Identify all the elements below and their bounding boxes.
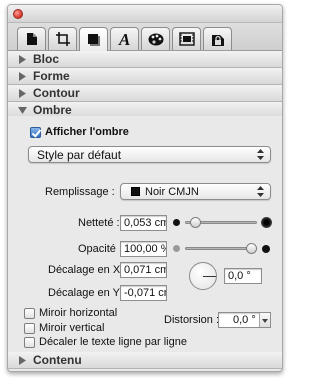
section-bloc[interactable]: Bloc [8,51,282,68]
opacity-label: Opacité : [78,243,123,255]
offset-x-label: Décalage en X : [48,264,127,276]
distortion-dropdown-button[interactable] [259,313,270,327]
fill-color-popup[interactable]: Noir CMJN [120,183,271,200]
mirror-vertical-checkbox[interactable] [24,323,35,334]
disclosure-triangle-closed-icon [19,355,26,365]
fill-color-swatch [131,187,140,196]
document-icon [26,33,37,45]
tab-lock[interactable] [203,27,232,50]
opacity-field[interactable]: 100,00 % [120,241,167,257]
opacity-max-icon [262,245,270,253]
distortion-label: Distorsion : [164,314,220,326]
sharpness-value: 0,053 cm [124,217,167,229]
shadow-style-popup[interactable]: Style par défaut [28,146,271,163]
updown-arrows-icon [257,149,264,160]
tab-color[interactable] [141,27,170,50]
title-bar [8,5,282,23]
opacity-slider-knob[interactable] [246,243,257,254]
distortion-value: 0,0 ° [233,314,256,326]
blur-max-icon [261,217,272,228]
shadow-style-value: Style par défaut [37,148,122,162]
angle-value: 0,0 ° [228,270,251,282]
section-ombre-label: Ombre [33,103,72,117]
disclosure-triangle-closed-icon [19,54,26,64]
fill-label: Remplissage : [45,186,115,198]
media-film-icon [178,32,195,46]
text-a-icon: A [118,31,130,47]
opacity-min-icon [173,245,180,252]
offset-x-field[interactable]: 0,071 cm [120,262,167,278]
angle-field[interactable]: 0,0 ° [224,268,262,284]
offset-y-value: -0,071 cm [124,287,166,299]
section-contenu-label: Contenu [33,353,82,367]
offset-y-field[interactable]: -0,071 cm [120,285,167,301]
mirror-horizontal-label: Miroir horizontal [39,307,118,319]
tab-document[interactable] [17,27,46,50]
updown-arrows-icon [257,186,264,197]
disclosure-triangle-closed-icon [19,88,26,98]
fill-color-value: Noir CMJN [145,186,199,198]
section-contour[interactable]: Contour [8,85,282,102]
distortion-combo[interactable]: 0,0 ° [218,312,271,328]
sharpness-slider-knob[interactable] [189,217,201,228]
palette-icon [148,33,163,45]
sharpness-label: Netteté : [78,217,120,229]
graphic-square-icon [87,33,100,46]
crop-frame-icon [55,32,70,46]
close-button[interactable] [13,9,23,19]
shadow-settings: Afficher l'ombre Style par défaut Rempli… [8,116,282,352]
offset-x-value: 0,071 cm [124,264,167,276]
inspector-tab-bar: A [8,23,282,51]
inspector-panel: A Bloc Forme Contour Ombre Afficher l'om… [7,4,283,372]
mirror-horizontal-checkbox[interactable] [24,308,35,319]
sharpness-field[interactable]: 0,053 cm [120,215,167,231]
tab-media[interactable] [172,27,201,50]
offset-text-label: Décaler le texte ligne par ligne [39,336,187,348]
svg-text:A: A [118,31,130,47]
angle-dial-hand [203,276,216,277]
tab-graphic[interactable] [79,27,108,51]
lock-icon [211,34,224,46]
tab-frame[interactable] [48,27,77,50]
offset-text-checkbox[interactable] [24,337,35,348]
section-forme[interactable]: Forme [8,68,282,85]
sharp-min-icon [173,219,180,226]
section-bloc-label: Bloc [33,52,60,66]
section-contour-label: Contour [33,86,80,100]
section-contenu[interactable]: Contenu [8,352,282,369]
disclosure-triangle-closed-icon [19,71,26,81]
tab-text[interactable]: A [110,27,139,50]
angle-dial[interactable] [189,262,217,290]
mirror-vertical-label: Miroir vertical [39,322,105,334]
show-shadow-checkbox[interactable] [30,127,41,138]
opacity-value: 100,00 % [124,243,167,255]
section-forme-label: Forme [33,69,70,83]
disclosure-triangle-open-icon [18,106,27,114]
offset-y-label: Décalage en Y : [48,287,126,299]
show-shadow-label: Afficher l'ombre [45,126,129,138]
